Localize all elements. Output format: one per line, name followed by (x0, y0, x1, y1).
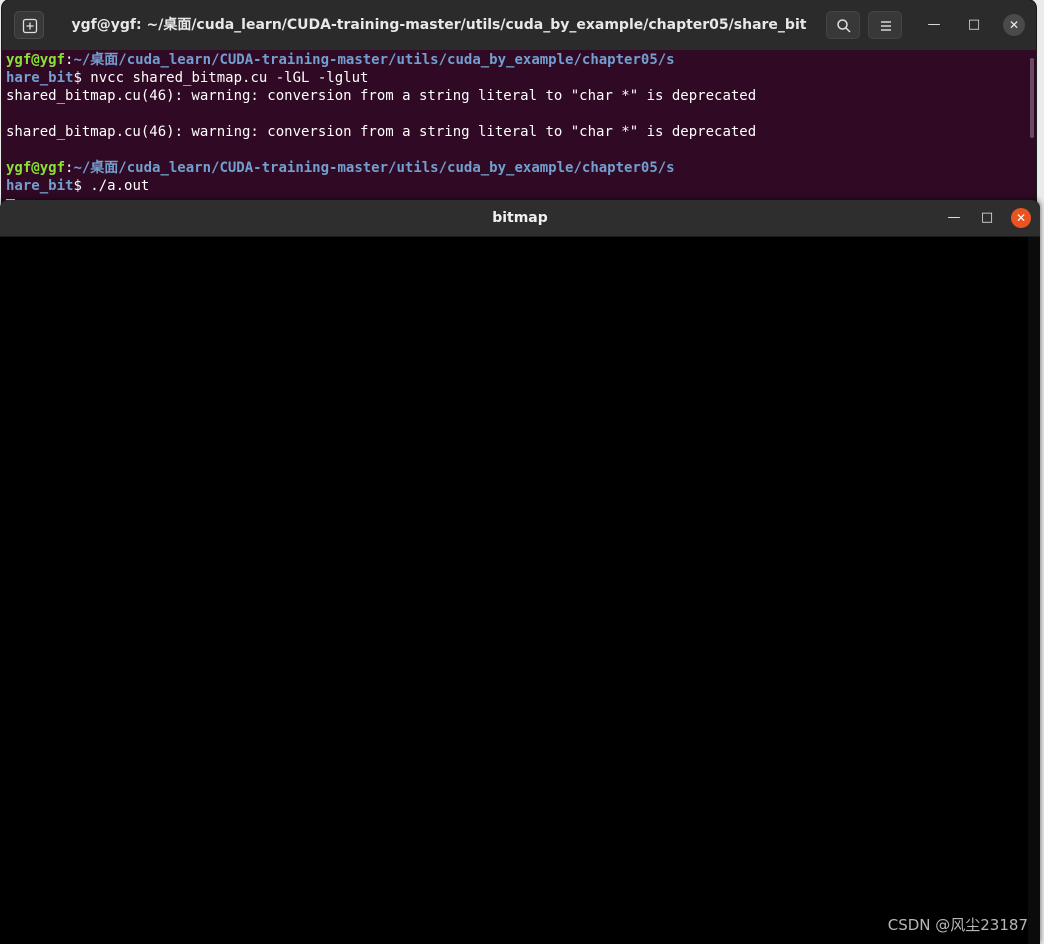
terminal-path: hare_bit (6, 70, 74, 86)
terminal-title: ygf@ygf: ~/桌面/cuda_learn/CUDA-training-m… (71, 17, 807, 33)
bitmap-minimize-button[interactable]: — (944, 208, 964, 228)
watermark: CSDN @风尘23187 (887, 916, 1028, 934)
terminal-line: hare_bit$ nvcc shared_bitmap.cu -lGL -lg… (6, 69, 1032, 87)
bitmap-titlebar[interactable]: bitmap — □ ✕ (0, 200, 1040, 237)
close-button[interactable]: ✕ (1003, 14, 1025, 36)
terminal-path: ~/桌面/cuda_learn/CUDA-training-master/uti… (73, 52, 675, 68)
terminal-line: shared_bitmap.cu(46): warning: conversio… (6, 123, 1032, 141)
terminal-path: ~/桌面/cuda_learn/CUDA-training-master/uti… (73, 160, 675, 176)
new-tab-icon (22, 18, 38, 34)
bitmap-window[interactable]: bitmap — □ ✕ (0, 200, 1040, 944)
search-button[interactable] (826, 11, 860, 39)
bitmap-edge (1028, 237, 1040, 944)
close-icon: ✕ (1008, 18, 1020, 32)
terminal-text: $ nvcc shared_bitmap.cu -lGL -lglut (73, 70, 369, 86)
terminal-line: shared_bitmap.cu(46): warning: conversio… (6, 87, 1032, 105)
bitmap-close-button[interactable]: ✕ (1011, 208, 1031, 228)
bitmap-canvas (0, 237, 1028, 944)
terminal-text: shared_bitmap.cu(46): warning: conversio… (6, 124, 757, 140)
minimize-icon: — (927, 17, 941, 32)
hamburger-menu-icon (881, 21, 891, 31)
minimize-icon: — (947, 210, 961, 225)
terminal-window[interactable]: ygf@ygf: ~/桌面/cuda_learn/CUDA-training-m… (2, 0, 1036, 230)
close-icon: ✕ (1015, 211, 1027, 225)
terminal-text: $ ./a.out (73, 178, 150, 194)
bitmap-title: bitmap (492, 210, 548, 226)
maximize-icon: □ (967, 17, 981, 32)
terminal-text: shared_bitmap.cu(46): warning: conversio… (6, 88, 757, 104)
maximize-button[interactable]: □ (964, 15, 984, 35)
bitmap-maximize-button[interactable]: □ (977, 208, 997, 228)
minimize-button[interactable]: — (924, 15, 944, 35)
new-tab-button[interactable] (14, 11, 44, 39)
terminal-user: ygf@ygf (6, 52, 66, 68)
menu-button[interactable] (868, 11, 902, 39)
terminal-user: ygf@ygf (6, 160, 66, 176)
search-icon (837, 19, 851, 33)
maximize-icon: □ (980, 210, 994, 225)
terminal-line: ygf@ygf:~/桌面/cuda_learn/CUDA-training-ma… (6, 51, 1032, 69)
terminal-path: hare_bit (6, 178, 74, 194)
terminal-line: ygf@ygf:~/桌面/cuda_learn/CUDA-training-ma… (6, 159, 1032, 177)
terminal-titlebar[interactable]: ygf@ygf: ~/桌面/cuda_learn/CUDA-training-m… (2, 0, 1036, 50)
terminal-line: hare_bit$ ./a.out (6, 177, 1032, 195)
terminal-scrollbar[interactable] (1030, 58, 1034, 138)
